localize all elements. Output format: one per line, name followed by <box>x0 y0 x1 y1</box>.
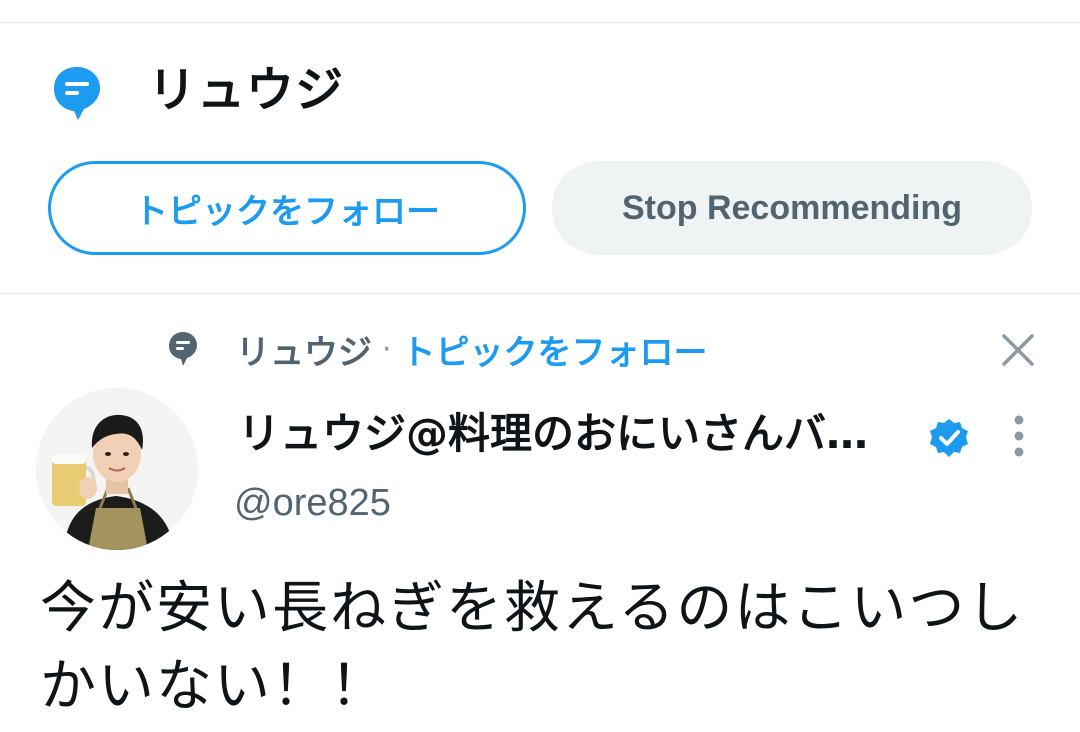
topic-bubble-icon <box>169 332 197 366</box>
section-divider <box>0 293 1080 294</box>
tweet-topic-context: リュウジ · トピックをフォロー <box>168 322 708 376</box>
close-icon[interactable] <box>1000 332 1036 368</box>
topic-title: リュウジ <box>148 62 345 118</box>
context-separator: · <box>382 331 392 367</box>
more-vertical-icon[interactable] <box>1006 414 1032 458</box>
avatar[interactable] <box>36 388 198 550</box>
tweet-text: 今が安い長ねぎを救えるのはこいつしかいない！！ <box>40 576 1025 719</box>
user-handle[interactable]: @ore825 <box>234 478 391 528</box>
stop-recommending-button[interactable]: Stop Recommending <box>552 161 1032 255</box>
context-follow-link[interactable]: トピックをフォロー <box>402 325 708 374</box>
display-name[interactable]: リュウジ@料理のおにいさんバ… <box>238 406 868 462</box>
avatar-image <box>36 388 198 550</box>
follow-topic-button[interactable]: トピックをフォロー <box>48 161 526 255</box>
verified-badge-icon <box>930 419 968 457</box>
topic-bubble-icon <box>54 67 100 120</box>
context-topic-name[interactable]: リュウジ <box>236 325 372 374</box>
